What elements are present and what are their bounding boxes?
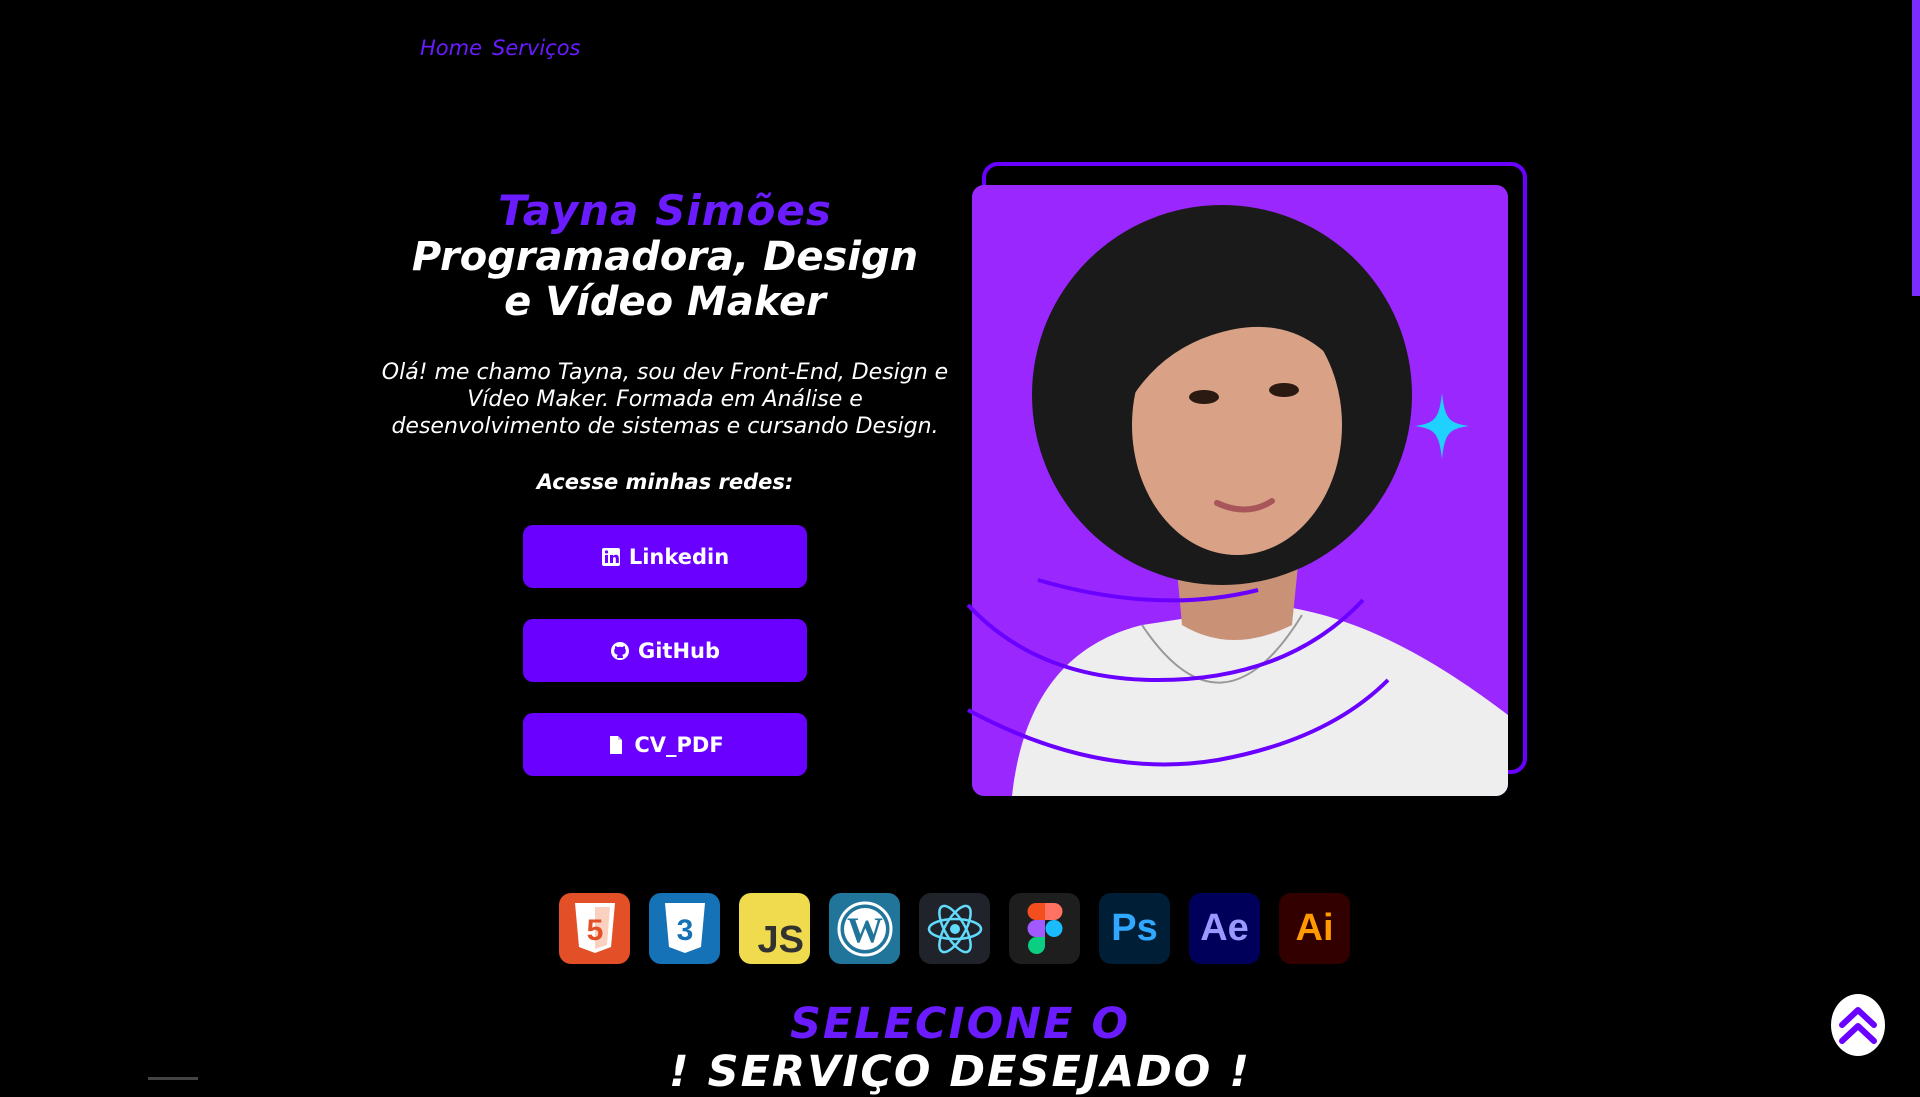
decorative-swooshes bbox=[966, 578, 1390, 767]
after-effects-icon-label: Ae bbox=[1200, 907, 1249, 949]
photoshop-icon: Ps bbox=[1099, 893, 1170, 964]
github-button[interactable]: GitHub bbox=[523, 619, 807, 682]
nav-link-servicos[interactable]: Serviços bbox=[492, 36, 580, 60]
services-heading: SELECIONE O ! SERVIÇO DESEJADO ! bbox=[0, 1000, 1920, 1096]
profile-photo-container bbox=[958, 160, 1528, 800]
back-to-top-button[interactable] bbox=[1831, 994, 1885, 1056]
svg-text:5: 5 bbox=[586, 914, 603, 947]
css3-icon: 3 bbox=[649, 893, 720, 964]
figma-icon bbox=[1009, 893, 1080, 964]
hero-name: Tayna Simões bbox=[498, 186, 832, 235]
photoshop-icon-label: Ps bbox=[1111, 907, 1158, 949]
sparkle-icon bbox=[1415, 393, 1469, 459]
linkedin-icon bbox=[601, 547, 620, 566]
hero-intro: Tayna Simões Programadora, Design e Víde… bbox=[370, 186, 960, 776]
social-title: Acesse minhas redes: bbox=[536, 470, 794, 494]
github-button-label: GitHub bbox=[637, 638, 721, 663]
svg-text:W: W bbox=[847, 910, 883, 950]
top-nav: Home Serviços bbox=[420, 36, 581, 60]
javascript-icon-label: JS bbox=[757, 919, 804, 961]
hero-role-line2: e Vídeo Maker bbox=[504, 279, 826, 325]
illustrator-icon-label: Ai bbox=[1295, 907, 1334, 949]
cv-pdf-button[interactable]: CV_PDF bbox=[523, 713, 807, 776]
double-chevron-up-icon bbox=[1839, 1007, 1877, 1044]
document-icon bbox=[610, 735, 623, 754]
hero-description: Olá! me chamo Tayna, sou dev Front-End, … bbox=[381, 360, 949, 439]
nav-link-home[interactable]: Home bbox=[420, 36, 482, 60]
services-heading-line1: SELECIONE O bbox=[789, 999, 1131, 1049]
linkedin-button-label: Linkedin bbox=[628, 544, 730, 569]
hero-role-line1: Programadora, Design bbox=[411, 234, 919, 280]
react-icon bbox=[919, 893, 990, 964]
javascript-icon: JS bbox=[739, 893, 810, 964]
services-heading-line2: ! SERVIÇO DESEJADO ! bbox=[669, 1047, 1251, 1097]
wordpress-icon: W bbox=[829, 893, 900, 964]
html5-icon: 5 bbox=[559, 893, 630, 964]
linkedin-button[interactable]: Linkedin bbox=[523, 525, 807, 588]
github-icon bbox=[610, 641, 629, 660]
cv-pdf-button-label: CV_PDF bbox=[634, 732, 724, 757]
svg-text:3: 3 bbox=[676, 914, 693, 947]
skills-bar: 5 3 JS W Ps Ae Ai bbox=[559, 893, 1350, 964]
scrollbar-thumb[interactable] bbox=[1912, 0, 1920, 296]
illustrator-icon: Ai bbox=[1279, 893, 1350, 964]
after-effects-icon: Ae bbox=[1189, 893, 1260, 964]
